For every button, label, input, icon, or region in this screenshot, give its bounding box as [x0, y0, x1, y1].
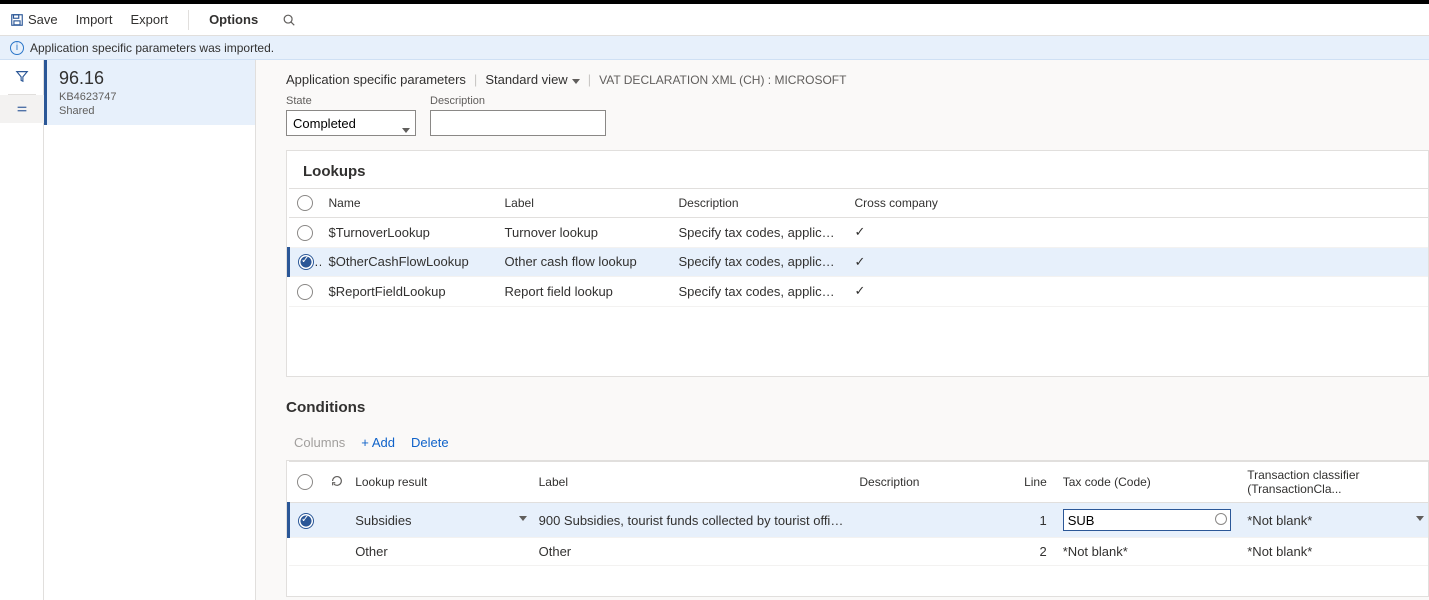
conditions-title: Conditions: [286, 399, 1429, 416]
chevron-down-icon[interactable]: [519, 509, 527, 524]
list-item-id: KB4623747: [59, 91, 243, 103]
chevron-down-icon[interactable]: [1416, 509, 1424, 524]
col-cross-company[interactable]: Cross company: [847, 189, 1429, 218]
save-icon: [10, 13, 24, 27]
left-rail: [0, 60, 44, 600]
info-bar: i Application specific parameters was im…: [0, 36, 1429, 60]
command-bar: Save Import Export Options: [0, 4, 1429, 36]
conditions-panel: Conditions Columns + Add Delete: [286, 399, 1429, 597]
export-button[interactable]: Export: [130, 12, 168, 27]
col-line[interactable]: Line: [981, 462, 1054, 503]
plus-icon: +: [361, 435, 369, 450]
col-label[interactable]: Label: [497, 189, 671, 218]
row-selector[interactable]: [297, 225, 313, 241]
col-description[interactable]: Description: [671, 189, 847, 218]
refresh-header[interactable]: [322, 462, 347, 503]
lookups-panel: Lookups Name Label Description Cross com…: [286, 150, 1429, 377]
conditions-grid: Lookup result Label Description Line Tax…: [287, 461, 1428, 596]
add-button[interactable]: + Add: [361, 435, 395, 450]
check-icon: ✓: [847, 218, 1429, 248]
col-description[interactable]: Description: [851, 462, 981, 503]
filter-icon: [15, 69, 29, 83]
info-message: Application specific parameters was impo…: [30, 41, 274, 55]
info-icon: i: [10, 41, 24, 55]
state-select[interactable]: Completed: [286, 110, 416, 136]
row-selector[interactable]: [298, 513, 314, 529]
breadcrumb-page: Application specific parameters: [286, 72, 466, 87]
import-button[interactable]: Import: [76, 12, 113, 27]
list-pane: 96.16 KB4623747 Shared: [44, 60, 256, 600]
row-selector[interactable]: [297, 284, 313, 300]
conditions-toolbar: Columns + Add Delete: [286, 431, 1429, 460]
state-label: State: [286, 95, 416, 107]
check-icon: ✓: [847, 277, 1429, 307]
toolbar-separator: [188, 10, 189, 30]
header-fields: State Completed Description: [286, 95, 1429, 136]
save-button[interactable]: Save: [10, 12, 58, 27]
rail-expand-button[interactable]: [0, 95, 44, 123]
save-label: Save: [28, 12, 58, 27]
options-button[interactable]: Options: [209, 12, 258, 27]
search-icon: [282, 13, 296, 27]
list-item-status: Shared: [59, 105, 243, 117]
breadcrumb-context: VAT DECLARATION XML (CH) : MICROSOFT: [599, 73, 846, 87]
chevron-down-icon: [572, 72, 580, 87]
condition-row[interactable]: Other Other 2 *Not blank* *Not blank*: [289, 538, 1429, 566]
breadcrumb: Application specific parameters | Standa…: [286, 72, 1429, 87]
list-item[interactable]: 96.16 KB4623747 Shared: [44, 60, 255, 125]
delete-button[interactable]: Delete: [411, 435, 449, 450]
main-area: Application specific parameters | Standa…: [256, 60, 1429, 600]
description-field: Description: [430, 95, 606, 136]
breadcrumb-view[interactable]: Standard view: [485, 72, 579, 87]
body: 96.16 KB4623747 Shared Application speci…: [0, 60, 1429, 600]
state-field: State Completed: [286, 95, 416, 136]
lookup-row[interactable]: $OtherCashFlowLookup Other cash flow loo…: [289, 247, 1429, 277]
select-all-header[interactable]: [289, 462, 323, 503]
columns-button[interactable]: Columns: [294, 435, 345, 450]
list-item-title: 96.16: [59, 68, 243, 89]
search-button[interactable]: [282, 13, 296, 27]
select-all-header[interactable]: [289, 189, 321, 218]
col-label[interactable]: Label: [531, 462, 852, 503]
col-lookup-result[interactable]: Lookup result: [347, 462, 530, 503]
lookups-grid: Name Label Description Cross company $Tu…: [287, 188, 1428, 376]
collapse-icon: [15, 102, 29, 116]
condition-row[interactable]: Subsidies 900 Subsidies, tourist funds c…: [289, 503, 1429, 538]
col-name[interactable]: Name: [321, 189, 497, 218]
tax-code-input[interactable]: [1063, 509, 1232, 531]
filter-rail-button[interactable]: [0, 62, 44, 90]
check-icon: ✓: [847, 247, 1429, 277]
description-input[interactable]: [430, 110, 606, 136]
lookup-row[interactable]: $ReportFieldLookup Report field lookup S…: [289, 277, 1429, 307]
refresh-icon: [330, 474, 344, 488]
description-label: Description: [430, 95, 606, 107]
lookups-title: Lookups: [287, 151, 1428, 188]
lookup-row[interactable]: $TurnoverLookup Turnover lookup Specify …: [289, 218, 1429, 248]
row-selector[interactable]: [298, 254, 314, 270]
col-tax-code[interactable]: Tax code (Code): [1055, 462, 1240, 503]
col-txn-classifier[interactable]: Transaction classifier (TransactionCla..…: [1239, 462, 1428, 503]
